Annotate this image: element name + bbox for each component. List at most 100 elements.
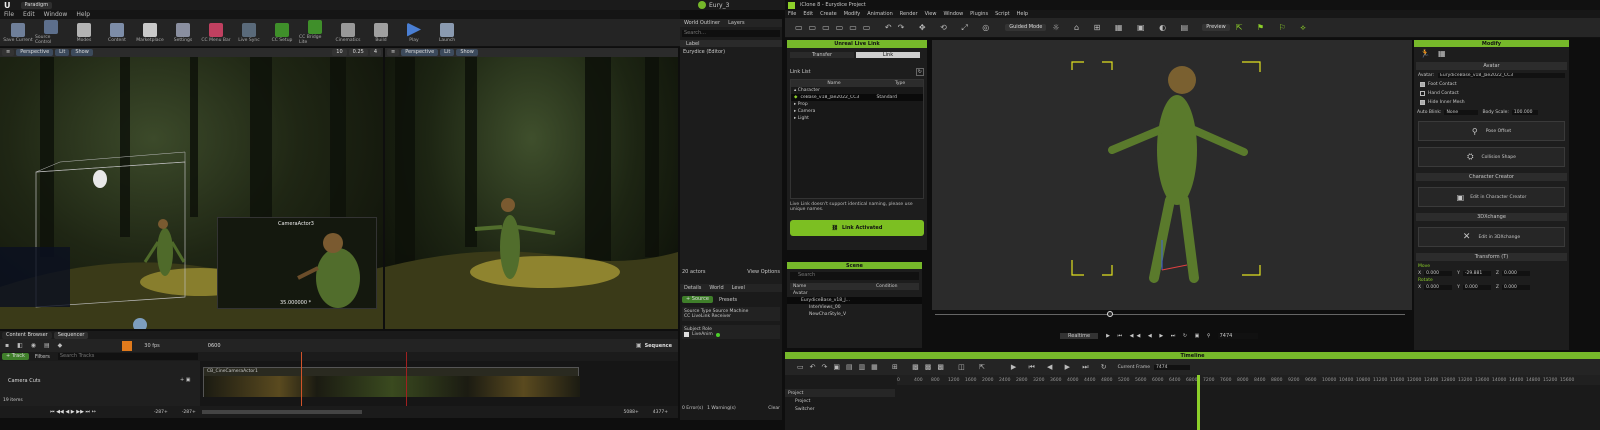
col-name[interactable]: Name — [791, 81, 877, 86]
left-vp-menu[interactable]: ≡ — [2, 49, 15, 56]
render-icon[interactable]: ▤ — [44, 342, 50, 349]
ue-level-tab[interactable]: Paradigm — [20, 1, 53, 9]
ic-menu-script[interactable]: Script — [995, 11, 1010, 17]
save-sequence-icon[interactable]: ▪ — [5, 342, 9, 349]
tab-layers[interactable]: Layers — [728, 20, 745, 26]
camera-speed-value[interactable]: 0.25 — [348, 49, 368, 56]
playhead[interactable] — [301, 352, 302, 406]
right-viewport[interactable] — [385, 57, 678, 329]
avatar-field[interactable]: EurydiceBase_v18_Jae2022_CC3 — [1438, 73, 1565, 78]
play-button[interactable]: Play — [398, 22, 430, 43]
rotate-x-field[interactable]: 0.000 — [1424, 285, 1453, 290]
ic-menu-help[interactable]: Help — [1017, 11, 1028, 17]
ic-menu-edit[interactable]: Edit — [803, 11, 813, 17]
source-row[interactable]: CC LiveLink Receiver — [684, 314, 778, 319]
col-type[interactable]: Type — [877, 81, 923, 86]
cc-section[interactable]: Character Creator — [1416, 173, 1567, 181]
collision-shape-button[interactable]: ⛭ Collision Shape — [1418, 147, 1565, 167]
scene-item-base[interactable]: EurydiceBase_v18_J... — [787, 297, 922, 304]
ic-scrubber-track[interactable] — [935, 311, 1405, 317]
frame-field[interactable]: 7474 — [1217, 333, 1258, 339]
save-button[interactable]: Save Current — [2, 22, 34, 43]
menu-edit[interactable]: Edit — [23, 11, 35, 18]
view-options-button[interactable]: View Options — [747, 269, 780, 275]
xchange-section[interactable]: 3DXchange — [1416, 213, 1567, 221]
check-hide-inner-mesh[interactable] — [1420, 100, 1425, 105]
track-project[interactable]: Project — [785, 397, 895, 405]
snap-grid-value[interactable]: 10 — [332, 49, 347, 56]
edit-in-xchange-button[interactable]: ✕ Edit in 3DXchange — [1418, 227, 1565, 247]
key-icon[interactable]: ◆ — [58, 342, 63, 349]
body-scale-field[interactable]: 100.000 — [1511, 110, 1538, 115]
move-z-field[interactable]: 0.000 — [1501, 271, 1530, 276]
auto-blink-dropdown[interactable]: None — [1444, 110, 1479, 115]
checker-icon[interactable]: ▦ — [1438, 49, 1446, 58]
move-y-field[interactable]: -29.881 — [1462, 271, 1491, 276]
track-project-header[interactable]: Project — [785, 389, 895, 397]
menu-file[interactable]: File — [4, 11, 14, 18]
menu-window[interactable]: Window — [44, 11, 68, 18]
preview-dropdown[interactable]: Preview — [1202, 24, 1230, 31]
scene-col-condition[interactable]: Condition — [876, 284, 897, 289]
realtime-dropdown[interactable]: Realtime — [1060, 333, 1099, 339]
browse-icon[interactable]: ◧ — [17, 342, 23, 349]
sequence-button[interactable]: Sequence — [645, 343, 672, 349]
filters-button[interactable]: Filters — [35, 354, 50, 360]
cinematics-button[interactable]: Cinematics — [332, 22, 364, 43]
ic-extra-icons[interactable]: ⇱ ⚑ ⚐ ⟡ — [1236, 23, 1312, 33]
right-vp-menu[interactable]: ≡ — [387, 49, 400, 56]
ic-menu-window[interactable]: Window — [943, 11, 963, 17]
link-activated-button[interactable]: ⛓ Link Activated — [790, 220, 924, 236]
cc-setup-button[interactable]: CC Setup — [266, 22, 298, 43]
transport-controls[interactable]: ⏮ ◀◀ ◀ ▶ ▶▶ ⏭ ↔ — [50, 409, 96, 415]
content-button[interactable]: Content — [101, 22, 133, 43]
camera-icon[interactable]: ◉ — [31, 342, 36, 349]
ic-menu-file[interactable]: File — [788, 11, 796, 17]
ic-menu-modify[interactable]: Modify — [844, 11, 861, 17]
tree-prop[interactable]: ▸ Prop — [791, 101, 923, 108]
ic-menu-plugins[interactable]: Plugins — [970, 11, 988, 17]
guided-mode-dropdown[interactable]: Guided Mode — [1005, 24, 1047, 31]
cc-menu-button[interactable]: CC Menu Bar — [200, 22, 232, 43]
avatar-section[interactable]: Avatar — [1416, 62, 1567, 70]
left-vp-lit[interactable]: Lit — [55, 49, 70, 56]
ue-eury-tab[interactable]: Eury_3 — [698, 1, 729, 9]
presets-button[interactable]: Presets — [719, 297, 737, 303]
build-button[interactable]: Build — [365, 22, 397, 43]
auto-key-icon[interactable] — [122, 340, 133, 351]
tab-sequencer[interactable]: Sequencer — [53, 331, 89, 339]
left-viewport[interactable]: CameraActor3 35.000000 * — [0, 57, 383, 329]
track-switcher[interactable]: Switcher — [785, 405, 895, 413]
link-tab[interactable]: Link — [856, 52, 920, 58]
scene-item-newchar[interactable]: NewCharStyle_V — [787, 311, 922, 318]
run-figure-icon[interactable]: 🏃 — [1420, 49, 1430, 58]
tab-details[interactable]: Details — [684, 285, 701, 291]
ic-menu-create[interactable]: Create — [820, 11, 837, 17]
ic-playback-controls[interactable]: ▶ ⏮ ◀◀ ◀ ▶ ⏭ ↻ ▣ ⚲ — [1106, 333, 1214, 339]
ic-view-icons[interactable]: ☼ ⌂ ⊞ ▦ ▣ ◐ ▤ — [1052, 23, 1194, 32]
ic-menu-render[interactable]: Render — [900, 11, 918, 17]
search-tracks-input[interactable]: Search Tracks — [57, 353, 198, 360]
view-start[interactable]: -287+ — [182, 410, 196, 415]
range-start[interactable]: -287+ — [154, 410, 168, 415]
live-sync-button[interactable]: Live Sync — [233, 22, 265, 43]
menu-help[interactable]: Help — [76, 11, 90, 18]
fps-value[interactable]: 30 fps — [144, 343, 160, 349]
timeline-transport[interactable]: ▶ ⏮ ◀ ▶ ⏭ ↻ — [1011, 363, 1112, 372]
range-end[interactable]: 4377+ — [653, 410, 668, 415]
tree-light[interactable]: ▸ Light — [791, 115, 923, 122]
view-end[interactable]: 5088+ — [624, 410, 639, 415]
transfer-tab[interactable]: Transfer — [790, 52, 854, 58]
tree-camera[interactable]: ▸ Camera — [791, 108, 923, 115]
timeline-ruler[interactable]: 0 400 800 1200 1600 2000 2400 2800 3200 3600 4000 4… — [897, 375, 1600, 385]
current-frame-field[interactable]: 7474 — [1154, 364, 1190, 370]
launch-button[interactable]: Launch — [431, 22, 463, 43]
camera-cuts-track[interactable]: Camera Cuts — [8, 378, 40, 384]
subject-value[interactable]: LiveAnim — [692, 332, 713, 337]
cc-bridge-button[interactable]: CC Bridge Lite — [299, 20, 331, 45]
scene-search-input[interactable]: Search — [790, 272, 919, 280]
left-vp-perspective[interactable]: Perspective — [16, 49, 54, 56]
tab-content-browser[interactable]: Content Browser — [2, 331, 52, 339]
outliner-root-item[interactable]: Eurydice (Editor) — [680, 49, 782, 55]
check-hand-contact[interactable] — [1420, 91, 1425, 96]
